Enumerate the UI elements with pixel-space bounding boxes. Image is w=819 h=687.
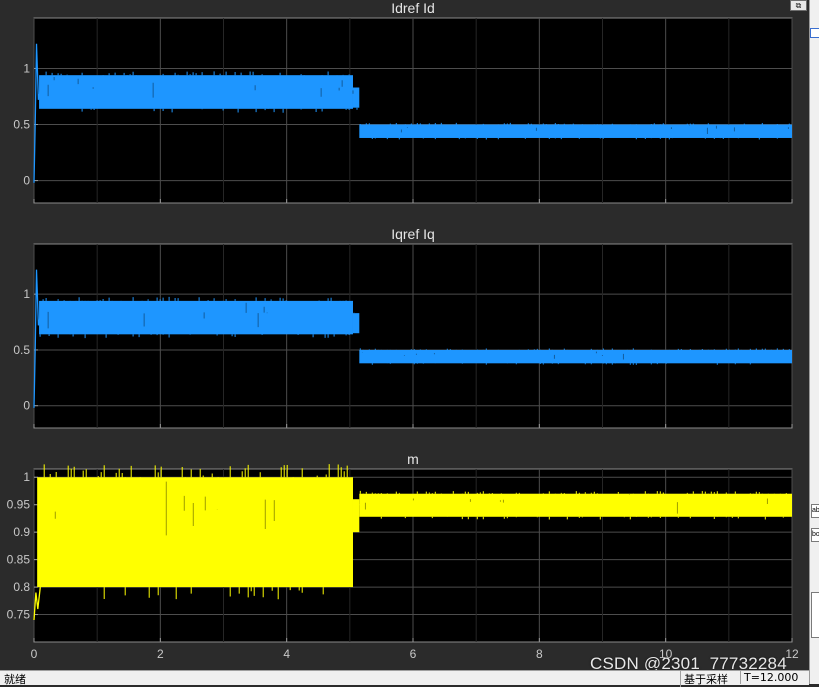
axes-title: Iqref Iq <box>391 226 435 242</box>
side-field-1[interactable]: ab <box>811 504 819 518</box>
axes-title: Idref Id <box>391 0 435 16</box>
series-band <box>39 75 353 109</box>
y-tick-label: 1 <box>23 287 30 301</box>
axes-title: m <box>407 451 419 467</box>
series-band <box>352 313 360 334</box>
series-band <box>39 300 353 335</box>
series-band <box>37 477 353 588</box>
series-band <box>359 124 792 138</box>
y-tick-label: 0 <box>23 174 30 188</box>
series-band <box>352 499 360 533</box>
status-sample-mode: 基于采样 <box>680 671 731 687</box>
series-band <box>359 493 792 517</box>
status-bar: 就绪 基于采样 T=12.000 <box>0 670 809 687</box>
x-tick-label: 0 <box>31 647 38 661</box>
x-tick-label: 4 <box>283 647 290 661</box>
side-field-1-label: ab <box>812 507 819 514</box>
side-field-3[interactable] <box>811 592 819 638</box>
status-ready: 就绪 <box>4 673 26 686</box>
status-time: T=12.000 <box>740 671 801 684</box>
series-band <box>359 349 792 364</box>
x-tick-label: 12 <box>785 647 799 661</box>
y-tick-label: 0.5 <box>13 343 30 357</box>
x-tick-label: 6 <box>410 647 417 661</box>
panel-marker <box>810 28 819 38</box>
x-tick-label: 2 <box>157 647 164 661</box>
series-band <box>352 87 360 108</box>
y-tick-label: 0.8 <box>13 580 30 594</box>
y-tick-label: 0.5 <box>13 118 30 132</box>
x-tick-label: 8 <box>536 647 543 661</box>
y-tick-label: 0.75 <box>7 608 31 622</box>
y-tick-label: 0.95 <box>7 498 31 512</box>
y-tick-label: 0.85 <box>7 553 31 567</box>
y-tick-label: 0 <box>23 399 30 413</box>
scope-figure: 0 0.5 1 Idref Id 0 0.5 1 Iqref Iq 0.75 0.8 0.85 0.9… <box>7 0 799 661</box>
side-panel: ab bo <box>809 0 819 684</box>
side-field-2-label: bo <box>812 531 819 538</box>
restore-window-icon[interactable]: ⧉ <box>790 0 807 11</box>
y-tick-label: 0.9 <box>13 525 30 539</box>
side-field-2[interactable]: bo <box>811 528 819 542</box>
y-tick-label: 1 <box>23 470 30 484</box>
y-tick-label: 1 <box>23 61 30 75</box>
